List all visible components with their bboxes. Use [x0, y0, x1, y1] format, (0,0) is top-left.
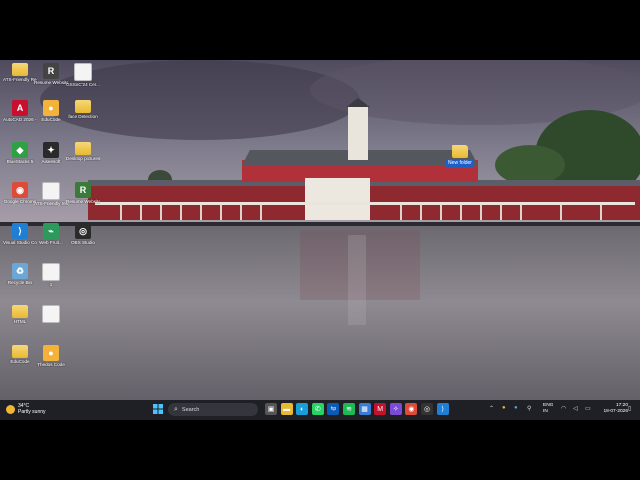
- windows-icon: [153, 404, 163, 414]
- vscode-icon[interactable]: ⟩: [436, 403, 449, 415]
- desktop-icon-label: Aiseesoft: [41, 159, 61, 164]
- desktop-icon[interactable]: ● Thedos Code: [36, 345, 66, 381]
- desktop-icon[interactable]: ATS-Friendly Resume Fo...: [3, 63, 37, 99]
- folder-icon: [12, 63, 28, 76]
- desktop-icon[interactable]: ● EduCode: [36, 100, 66, 136]
- mcafee-icon[interactable]: M: [374, 403, 387, 415]
- obs-icon[interactable]: ◎: [421, 403, 433, 415]
- spotify-icon[interactable]: ≋: [343, 403, 355, 415]
- folder-icon: [75, 100, 91, 113]
- desktop-icon-label: ATS-Friendly resume fo...: [34, 201, 68, 206]
- desktop-icon[interactable]: Desktop pictures: [66, 142, 100, 178]
- weather-widget[interactable]: 34°C Partly sunny: [6, 403, 46, 415]
- volume-icon[interactable]: ◁: [573, 405, 578, 412]
- desktop-icon-label: ATS-Friendly Resume Fo...: [3, 77, 37, 82]
- app-icon: ♻: [12, 263, 28, 279]
- desktop-icon[interactable]: face Detection: [68, 100, 98, 136]
- desktop-icon[interactable]: HTML: [5, 305, 35, 341]
- document-icon: [42, 263, 60, 281]
- desktop-icon[interactable]: [36, 305, 66, 341]
- tray-app-icon[interactable]: ●: [502, 405, 506, 411]
- desktop-icon-label: Desktop pictures: [66, 156, 100, 161]
- chevron-up-icon[interactable]: ⌃: [489, 405, 494, 412]
- search-box[interactable]: ⌕ Search: [168, 403, 258, 416]
- notification-icon[interactable]: ▯: [628, 405, 631, 412]
- desktop-icon[interactable]: GSSoC'24 Cer...: [66, 63, 100, 99]
- app-icon: ⌁: [43, 223, 59, 239]
- app-icon: R: [43, 63, 59, 79]
- desktop-icon[interactable]: ✦ Aiseesoft: [36, 142, 66, 178]
- desktop-icon-label: Web Fruit...: [39, 240, 63, 245]
- desktop-icon-label: Google Chrome: [3, 199, 37, 204]
- start-button[interactable]: [152, 403, 164, 415]
- copilot-icon[interactable]: ✧: [389, 403, 402, 415]
- desktop-icon[interactable]: ♻ Recycle Bin: [5, 263, 35, 299]
- app-icon: ✦: [43, 142, 59, 158]
- desktop-icon-label: face Detection: [68, 114, 98, 119]
- desktop-icon[interactable]: R Resume Website: [66, 182, 100, 218]
- folder-icon: [12, 345, 28, 358]
- desktop-icon-label: Resume Website: [34, 80, 68, 85]
- language-indicator[interactable]: ENG IN: [543, 403, 553, 415]
- chrome-icon[interactable]: ◉: [405, 403, 418, 415]
- desktop-icon[interactable]: R Resume Website: [34, 63, 68, 99]
- wifi-icon[interactable]: ◠: [561, 405, 566, 412]
- app-icon: ⟩: [12, 223, 28, 239]
- desktop-icon-label: EduCode: [41, 117, 61, 122]
- desktop-icon-label: Thedos Code: [37, 362, 65, 367]
- taskbar: 34°C Partly sunny ⌕ Search ▣ ▬ ◐ ✆ hp ≋ ▦ M ✧ ◉ ◎ ⟩…: [0, 400, 640, 420]
- desktop-icon[interactable]: 1: [36, 263, 66, 299]
- desktop-icon[interactable]: ⌁ Web Fruit...: [36, 223, 66, 259]
- desktop-icon-label: GSSoC'24 Cer...: [66, 82, 100, 87]
- app-icon: ◆: [12, 142, 28, 158]
- new-folder-label[interactable]: New folder: [446, 159, 474, 167]
- region-label: IN: [543, 409, 548, 414]
- desktop-icon-label: Visual Studio Code: [3, 240, 37, 245]
- desktop-icon-label: Recycle Bin: [7, 280, 33, 285]
- whatsapp-icon[interactable]: ✆: [311, 403, 324, 415]
- search-icon: ⌕: [174, 405, 178, 413]
- desktop-icon[interactable]: ◆ BlueStacks 5: [5, 142, 35, 178]
- desktop-icon-label: HTML: [13, 319, 27, 324]
- desktop-icon[interactable]: ◉ Google Chrome: [3, 182, 37, 218]
- app-icon: ●: [43, 345, 59, 361]
- document-icon: [42, 182, 60, 200]
- folder-icon: [12, 305, 28, 318]
- desktop-icon-label: AutoCAD 2026 - ...: [3, 117, 37, 122]
- search-placeholder: Search: [181, 406, 200, 413]
- hp-icon[interactable]: hp: [327, 403, 340, 415]
- desktop-icon-label: EduCode: [10, 359, 30, 364]
- weather-desc: Partly sunny: [18, 409, 46, 415]
- desktop-icon[interactable]: ATS-Friendly resume fo...: [34, 182, 68, 218]
- folder-icon: [75, 142, 91, 155]
- new-folder-icon[interactable]: New folder: [445, 145, 475, 167]
- desktop-icon[interactable]: ◎ OBS Studio: [68, 223, 98, 259]
- desktop-icon-label: OBS Studio: [70, 240, 95, 245]
- battery-icon[interactable]: ▭: [585, 405, 591, 412]
- desktop[interactable]: ATS-Friendly Resume Fo...RResume Website…: [0, 60, 640, 420]
- desktop-icon-label: 1: [49, 282, 53, 287]
- app-icon: R: [75, 182, 91, 198]
- sun-icon: [6, 404, 15, 414]
- desktop-icon-label: Resume Website: [66, 199, 100, 204]
- app-icon: ●: [43, 100, 59, 116]
- photos-icon[interactable]: ▦: [358, 403, 371, 415]
- desktop-icon[interactable]: ⟩Visual Studio Code: [3, 223, 37, 259]
- desktop-icon[interactable]: AAutoCAD 2026 - ...: [3, 100, 37, 136]
- desktop-icon[interactable]: EduCode: [5, 345, 35, 381]
- document-icon: [74, 63, 92, 81]
- file-explorer-icon[interactable]: ▬: [280, 403, 293, 415]
- task-view-icon[interactable]: ▣: [265, 403, 277, 415]
- app-icon: A: [12, 100, 28, 116]
- edge-icon[interactable]: ◐: [296, 403, 309, 415]
- app-icon: ◎: [75, 223, 91, 239]
- app-icon: ◉: [12, 182, 28, 198]
- document-icon: [42, 305, 60, 323]
- tray-app-icon[interactable]: ●: [514, 405, 518, 411]
- date-label: 18-07-2026: [603, 409, 628, 414]
- tray-app-icon[interactable]: ⚲: [527, 405, 531, 412]
- desktop-icon-label: BlueStacks 5: [6, 159, 34, 164]
- clock[interactable]: 17:20 18-07-2026: [603, 403, 628, 415]
